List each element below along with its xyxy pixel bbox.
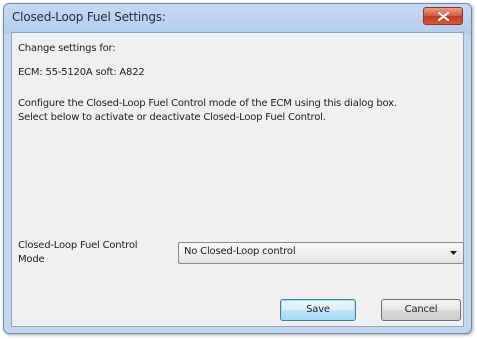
cancel-button[interactable]: Cancel xyxy=(381,299,461,321)
description-line-2: Select below to activate or deactivate C… xyxy=(18,112,326,123)
mode-select[interactable]: No Closed-Loop control xyxy=(178,242,464,264)
close-button[interactable] xyxy=(423,7,463,25)
change-settings-label: Change settings for: xyxy=(18,43,116,54)
chevron-down-icon xyxy=(450,251,457,255)
mode-label-line-1: Closed-Loop Fuel Control xyxy=(18,240,138,251)
save-button[interactable]: Save xyxy=(280,299,356,321)
dialog-window: Closed-Loop Fuel Settings: Change settin… xyxy=(3,3,472,334)
title-bar[interactable]: Closed-Loop Fuel Settings: xyxy=(4,4,471,32)
dialog-content: Change settings for: ECM: 55-5120A soft:… xyxy=(11,32,464,327)
description-line-1: Configure the Closed-Loop Fuel Control m… xyxy=(18,98,397,109)
mode-select-value: No Closed-Loop control xyxy=(184,246,296,257)
ecm-info: ECM: 55-5120A soft: A822 xyxy=(18,67,145,78)
close-icon xyxy=(438,12,449,21)
mode-label-line-2: Mode xyxy=(18,254,45,265)
window-title: Closed-Loop Fuel Settings: xyxy=(12,10,166,24)
